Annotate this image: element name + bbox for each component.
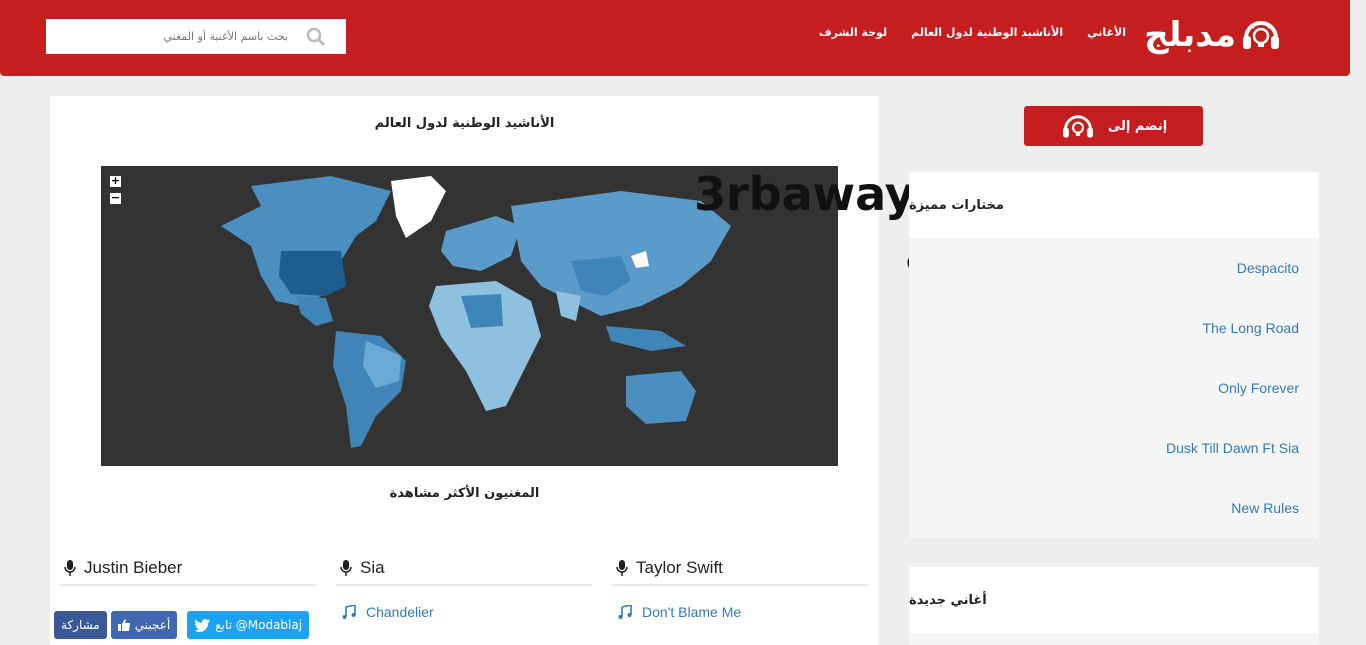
new-songs-title: أغاني جديدة [909,567,1319,633]
headphones-bulb-icon [1062,115,1093,138]
twitter-bird-icon [194,618,211,632]
twitter-follow-button[interactable]: تابع @Modablaj [187,611,310,639]
world-map[interactable]: + − [101,166,838,466]
featured-link[interactable]: Dusk Till Dawn Ft Sia [1166,440,1299,456]
featured-link[interactable]: Only Forever [1218,380,1299,396]
share-label: مشاركة [61,618,100,632]
featured-item: Despacito [909,238,1319,298]
top-header: مدبلج الأغاني الأناشيد الوطنية لدول العا… [0,0,1350,76]
world-map-svg [101,176,838,466]
map-zoom-in-button[interactable]: + [110,175,121,187]
join-label: إنضم إلى [1107,118,1168,134]
artist-header[interactable]: Justin Bieber [60,552,316,586]
nav-songs[interactable]: الأغاني [1087,26,1126,39]
featured-item: Only Forever [909,358,1319,418]
join-button[interactable]: إنضم إلى [1024,106,1203,146]
artist-column: Taylor Swift Don't Blame Me [612,552,868,620]
featured-card: مختارات مميزة Despacito The Long Road On… [909,172,1319,538]
top-artists-title: المغنيون الأكثر مشاهدة [389,486,540,501]
new-songs-card: أغاني جديدة [909,567,1319,645]
microphone-icon [340,560,352,576]
music-note-icon [618,605,632,619]
region-mexico[interactable] [296,296,333,326]
microphone-icon [64,560,76,576]
map-title: الأناشيد الوطنية لدول العالم [374,116,555,131]
search-input[interactable] [46,20,296,53]
site-logo[interactable]: مدبلج [1144,14,1282,56]
search-icon[interactable] [296,20,336,53]
region-usa[interactable] [279,251,346,296]
search-box [46,19,346,54]
headphones-bulb-icon [1243,21,1279,49]
region-indonesia[interactable] [606,326,686,351]
artist-column: Justin Bieber [60,552,316,586]
featured-item: Dusk Till Dawn Ft Sia [909,418,1319,478]
artist-name: Sia [360,558,385,577]
logo-text: مدبلج [1144,15,1236,55]
featured-link[interactable]: The Long Road [1202,320,1299,336]
music-note-icon [342,605,356,619]
social-bar: مشاركة أعجبني تابع @Modablaj [54,611,310,639]
featured-link[interactable]: New Rules [1231,500,1299,516]
twitter-label: تابع @Modablaj [215,618,303,632]
region-antarctica [101,458,838,466]
artist-name: Taylor Swift [636,558,723,577]
featured-item: New Rules [909,478,1319,538]
region-europe[interactable] [441,216,521,271]
song-title[interactable]: Don't Blame Me [642,604,741,620]
featured-item: The Long Road [909,298,1319,358]
featured-title: مختارات مميزة [909,172,1319,238]
artist-header[interactable]: Taylor Swift [612,552,868,586]
song-title[interactable]: Chandelier [366,604,434,620]
region-australia[interactable] [626,371,696,424]
microphone-icon [616,560,628,576]
map-zoom-out-button[interactable]: − [110,192,121,204]
nav-anthems[interactable]: الأناشيد الوطنية لدول العالم [911,26,1063,39]
artist-name: Justin Bieber [84,558,183,577]
artist-column: Sia Chandelier [336,552,592,620]
like-button[interactable]: أعجبني [110,611,178,639]
share-button[interactable]: مشاركة [54,611,107,639]
song-item[interactable]: Don't Blame Me [612,604,868,620]
region-india[interactable] [556,291,581,321]
region-greenland[interactable] [391,176,446,238]
nav-honor-board[interactable]: لوحة الشرف [819,26,887,39]
artist-header[interactable]: Sia [336,552,592,586]
main-panel: الأناشيد الوطنية لدول العالم + − المغنيو… [50,96,879,645]
thumbs-up-icon [117,619,130,631]
main-nav: الأغاني الأناشيد الوطنية لدول العالم لوح… [819,26,1126,39]
song-item[interactable]: Chandelier [336,604,592,620]
region-asia[interactable] [511,191,731,316]
like-label: أعجبني [134,618,171,632]
featured-link[interactable]: Despacito [1237,260,1299,276]
